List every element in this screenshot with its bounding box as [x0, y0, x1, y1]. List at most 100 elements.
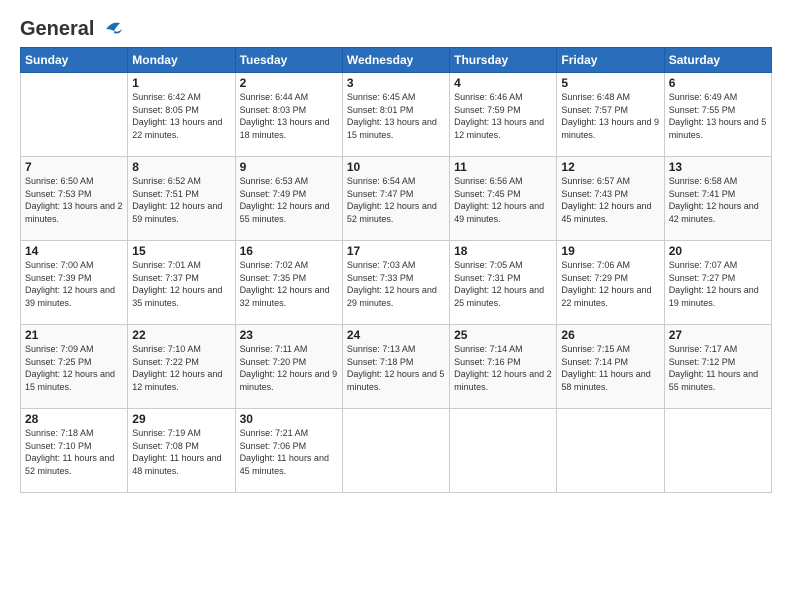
- day-number: 22: [132, 328, 230, 342]
- day-header-thursday: Thursday: [450, 48, 557, 73]
- calendar-cell: [450, 409, 557, 493]
- calendar-cell: 10Sunrise: 6:54 AMSunset: 7:47 PMDayligh…: [342, 157, 449, 241]
- day-info: Sunrise: 7:21 AMSunset: 7:06 PMDaylight:…: [240, 427, 338, 477]
- calendar-cell: 1Sunrise: 6:42 AMSunset: 8:05 PMDaylight…: [128, 73, 235, 157]
- day-info: Sunrise: 6:57 AMSunset: 7:43 PMDaylight:…: [561, 175, 659, 225]
- calendar-cell: 24Sunrise: 7:13 AMSunset: 7:18 PMDayligh…: [342, 325, 449, 409]
- calendar-cell: [21, 73, 128, 157]
- day-info: Sunrise: 7:13 AMSunset: 7:18 PMDaylight:…: [347, 343, 445, 393]
- day-number: 5: [561, 76, 659, 90]
- calendar-cell: 8Sunrise: 6:52 AMSunset: 7:51 PMDaylight…: [128, 157, 235, 241]
- calendar-cell: 11Sunrise: 6:56 AMSunset: 7:45 PMDayligh…: [450, 157, 557, 241]
- day-number: 2: [240, 76, 338, 90]
- calendar-table: SundayMondayTuesdayWednesdayThursdayFrid…: [20, 47, 772, 493]
- day-info: Sunrise: 7:00 AMSunset: 7:39 PMDaylight:…: [25, 259, 123, 309]
- day-header-friday: Friday: [557, 48, 664, 73]
- day-info: Sunrise: 7:03 AMSunset: 7:33 PMDaylight:…: [347, 259, 445, 309]
- calendar-cell: 20Sunrise: 7:07 AMSunset: 7:27 PMDayligh…: [664, 241, 771, 325]
- day-info: Sunrise: 7:18 AMSunset: 7:10 PMDaylight:…: [25, 427, 123, 477]
- day-number: 6: [669, 76, 767, 90]
- day-number: 16: [240, 244, 338, 258]
- day-number: 21: [25, 328, 123, 342]
- day-number: 15: [132, 244, 230, 258]
- calendar-cell: 29Sunrise: 7:19 AMSunset: 7:08 PMDayligh…: [128, 409, 235, 493]
- day-number: 19: [561, 244, 659, 258]
- day-info: Sunrise: 6:56 AMSunset: 7:45 PMDaylight:…: [454, 175, 552, 225]
- day-number: 23: [240, 328, 338, 342]
- calendar-page: General SundayMondayTuesdayWednesdayThur…: [0, 0, 792, 612]
- day-number: 1: [132, 76, 230, 90]
- day-info: Sunrise: 7:17 AMSunset: 7:12 PMDaylight:…: [669, 343, 767, 393]
- day-number: 24: [347, 328, 445, 342]
- day-number: 4: [454, 76, 552, 90]
- calendar-cell: 15Sunrise: 7:01 AMSunset: 7:37 PMDayligh…: [128, 241, 235, 325]
- calendar-cell: 25Sunrise: 7:14 AMSunset: 7:16 PMDayligh…: [450, 325, 557, 409]
- calendar-cell: [342, 409, 449, 493]
- day-number: 18: [454, 244, 552, 258]
- calendar-cell: 26Sunrise: 7:15 AMSunset: 7:14 PMDayligh…: [557, 325, 664, 409]
- day-number: 3: [347, 76, 445, 90]
- day-info: Sunrise: 7:02 AMSunset: 7:35 PMDaylight:…: [240, 259, 338, 309]
- day-info: Sunrise: 7:15 AMSunset: 7:14 PMDaylight:…: [561, 343, 659, 393]
- week-row-5: 28Sunrise: 7:18 AMSunset: 7:10 PMDayligh…: [21, 409, 772, 493]
- day-info: Sunrise: 6:44 AMSunset: 8:03 PMDaylight:…: [240, 91, 338, 141]
- day-info: Sunrise: 7:06 AMSunset: 7:29 PMDaylight:…: [561, 259, 659, 309]
- day-number: 27: [669, 328, 767, 342]
- day-info: Sunrise: 7:09 AMSunset: 7:25 PMDaylight:…: [25, 343, 123, 393]
- day-info: Sunrise: 6:42 AMSunset: 8:05 PMDaylight:…: [132, 91, 230, 141]
- calendar-cell: 6Sunrise: 6:49 AMSunset: 7:55 PMDaylight…: [664, 73, 771, 157]
- day-header-wednesday: Wednesday: [342, 48, 449, 73]
- calendar-cell: 21Sunrise: 7:09 AMSunset: 7:25 PMDayligh…: [21, 325, 128, 409]
- calendar-cell: 19Sunrise: 7:06 AMSunset: 7:29 PMDayligh…: [557, 241, 664, 325]
- calendar-cell: 2Sunrise: 6:44 AMSunset: 8:03 PMDaylight…: [235, 73, 342, 157]
- day-header-saturday: Saturday: [664, 48, 771, 73]
- day-number: 7: [25, 160, 123, 174]
- day-number: 8: [132, 160, 230, 174]
- day-number: 28: [25, 412, 123, 426]
- header-row: SundayMondayTuesdayWednesdayThursdayFrid…: [21, 48, 772, 73]
- calendar-cell: 12Sunrise: 6:57 AMSunset: 7:43 PMDayligh…: [557, 157, 664, 241]
- week-row-1: 1Sunrise: 6:42 AMSunset: 8:05 PMDaylight…: [21, 73, 772, 157]
- calendar-cell: 16Sunrise: 7:02 AMSunset: 7:35 PMDayligh…: [235, 241, 342, 325]
- day-info: Sunrise: 6:52 AMSunset: 7:51 PMDaylight:…: [132, 175, 230, 225]
- day-info: Sunrise: 6:58 AMSunset: 7:41 PMDaylight:…: [669, 175, 767, 225]
- calendar-cell: 22Sunrise: 7:10 AMSunset: 7:22 PMDayligh…: [128, 325, 235, 409]
- day-number: 11: [454, 160, 552, 174]
- calendar-cell: 30Sunrise: 7:21 AMSunset: 7:06 PMDayligh…: [235, 409, 342, 493]
- day-info: Sunrise: 6:50 AMSunset: 7:53 PMDaylight:…: [25, 175, 123, 225]
- day-number: 25: [454, 328, 552, 342]
- day-number: 20: [669, 244, 767, 258]
- day-number: 12: [561, 160, 659, 174]
- day-number: 14: [25, 244, 123, 258]
- calendar-cell: 17Sunrise: 7:03 AMSunset: 7:33 PMDayligh…: [342, 241, 449, 325]
- day-header-sunday: Sunday: [21, 48, 128, 73]
- calendar-cell: 13Sunrise: 6:58 AMSunset: 7:41 PMDayligh…: [664, 157, 771, 241]
- day-number: 26: [561, 328, 659, 342]
- day-info: Sunrise: 6:48 AMSunset: 7:57 PMDaylight:…: [561, 91, 659, 141]
- calendar-cell: 18Sunrise: 7:05 AMSunset: 7:31 PMDayligh…: [450, 241, 557, 325]
- logo: General: [20, 18, 124, 37]
- calendar-cell: 28Sunrise: 7:18 AMSunset: 7:10 PMDayligh…: [21, 409, 128, 493]
- day-info: Sunrise: 7:01 AMSunset: 7:37 PMDaylight:…: [132, 259, 230, 309]
- day-info: Sunrise: 6:54 AMSunset: 7:47 PMDaylight:…: [347, 175, 445, 225]
- calendar-cell: 27Sunrise: 7:17 AMSunset: 7:12 PMDayligh…: [664, 325, 771, 409]
- day-number: 10: [347, 160, 445, 174]
- calendar-cell: [557, 409, 664, 493]
- logo-bird-icon: [98, 19, 124, 39]
- day-number: 9: [240, 160, 338, 174]
- week-row-4: 21Sunrise: 7:09 AMSunset: 7:25 PMDayligh…: [21, 325, 772, 409]
- week-row-3: 14Sunrise: 7:00 AMSunset: 7:39 PMDayligh…: [21, 241, 772, 325]
- calendar-cell: 14Sunrise: 7:00 AMSunset: 7:39 PMDayligh…: [21, 241, 128, 325]
- day-info: Sunrise: 6:49 AMSunset: 7:55 PMDaylight:…: [669, 91, 767, 141]
- day-header-monday: Monday: [128, 48, 235, 73]
- day-header-tuesday: Tuesday: [235, 48, 342, 73]
- logo-text: General: [20, 18, 94, 41]
- week-row-2: 7Sunrise: 6:50 AMSunset: 7:53 PMDaylight…: [21, 157, 772, 241]
- day-info: Sunrise: 7:11 AMSunset: 7:20 PMDaylight:…: [240, 343, 338, 393]
- day-info: Sunrise: 7:05 AMSunset: 7:31 PMDaylight:…: [454, 259, 552, 309]
- calendar-cell: [664, 409, 771, 493]
- day-number: 30: [240, 412, 338, 426]
- day-info: Sunrise: 7:14 AMSunset: 7:16 PMDaylight:…: [454, 343, 552, 393]
- day-info: Sunrise: 7:19 AMSunset: 7:08 PMDaylight:…: [132, 427, 230, 477]
- calendar-cell: 7Sunrise: 6:50 AMSunset: 7:53 PMDaylight…: [21, 157, 128, 241]
